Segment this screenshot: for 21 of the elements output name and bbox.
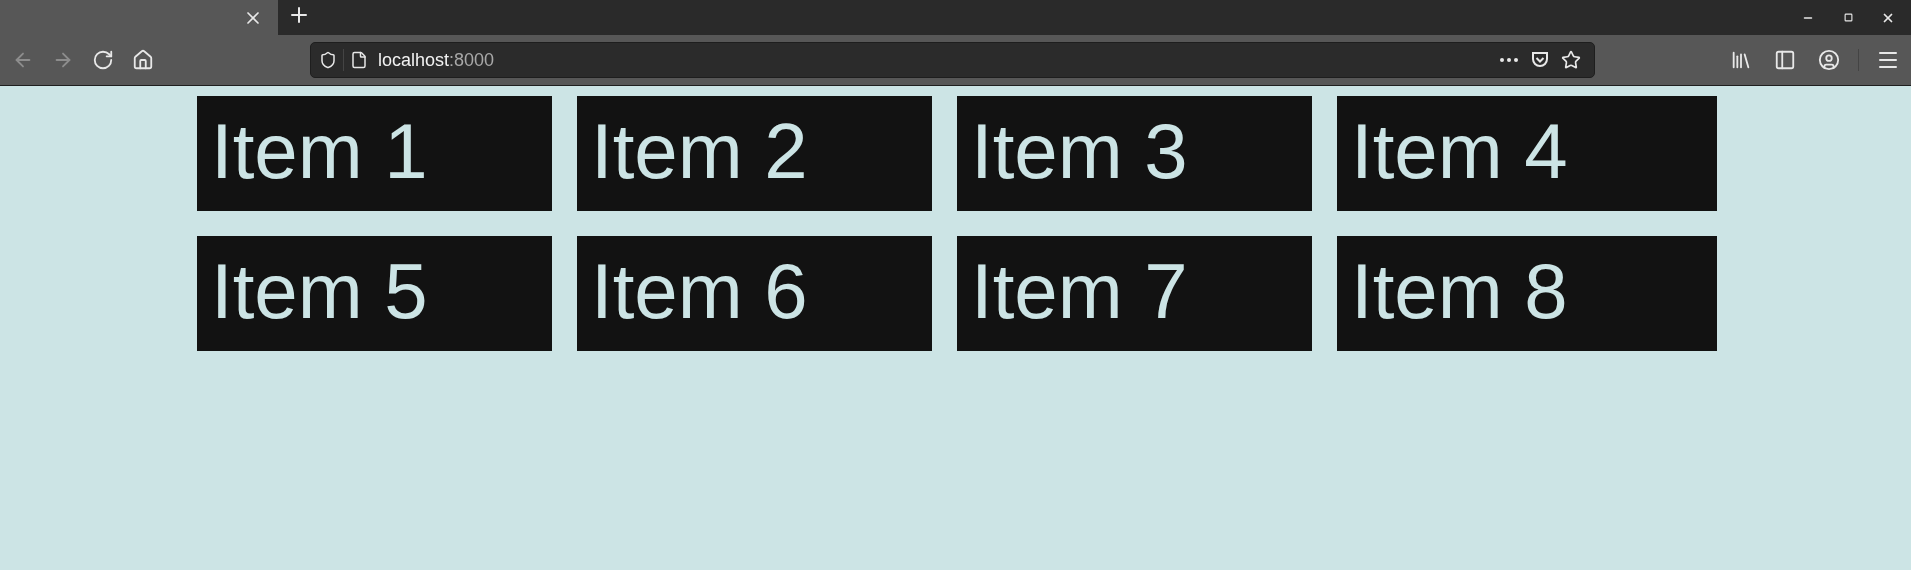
maximize-icon: [1843, 13, 1853, 22]
pocket-icon[interactable]: [1530, 50, 1550, 70]
url-text: localhost:8000: [378, 49, 495, 71]
item-card: Item 1: [197, 96, 552, 211]
house-icon: [132, 49, 154, 71]
star-icon: [1561, 50, 1581, 70]
reload-icon: [92, 49, 114, 71]
item-card: Item 8: [1337, 236, 1717, 351]
shield-icon[interactable]: [319, 51, 337, 69]
user-icon: [1818, 49, 1840, 71]
item-card: Item 4: [1337, 96, 1717, 211]
item-card: Item 2: [577, 96, 932, 211]
item-card: Item 6: [577, 236, 932, 351]
item-card: Item 5: [197, 236, 552, 351]
sidebar-icon: [1774, 49, 1796, 71]
item-card: Item 7: [957, 236, 1312, 351]
ellipsis-icon: [1500, 58, 1518, 62]
library-icon: [1730, 49, 1752, 71]
item-card: Item 3: [957, 96, 1312, 211]
address-bar[interactable]: localhost:8000: [310, 42, 1595, 78]
page-icon: [350, 51, 368, 69]
